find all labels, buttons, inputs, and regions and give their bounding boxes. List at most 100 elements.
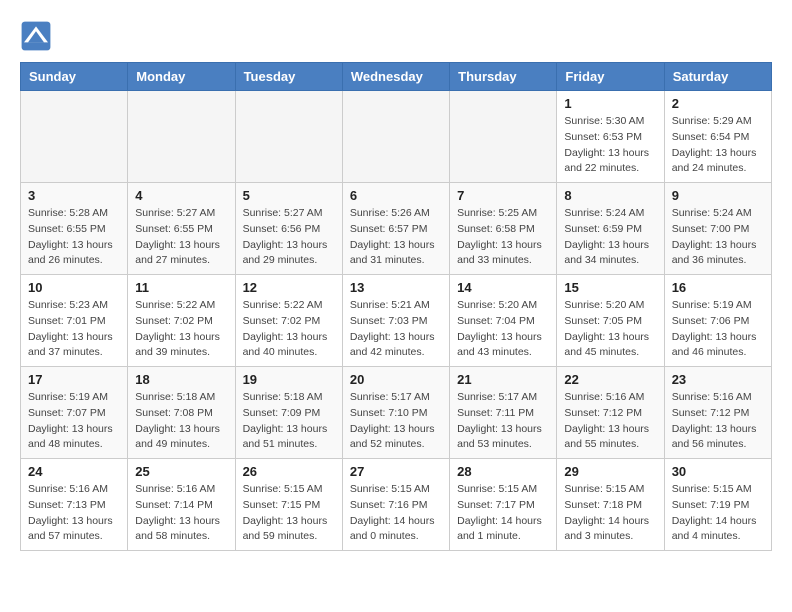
day-number: 26 [243,464,335,479]
day-number: 17 [28,372,120,387]
day-info: Sunrise: 5:29 AM Sunset: 6:54 PM Dayligh… [672,114,764,177]
day-number: 13 [350,280,442,295]
day-info: Sunrise: 5:17 AM Sunset: 7:10 PM Dayligh… [350,390,442,453]
day-number: 9 [672,188,764,203]
weekday-header-wednesday: Wednesday [342,63,449,91]
day-info: Sunrise: 5:30 AM Sunset: 6:53 PM Dayligh… [564,114,656,177]
day-info: Sunrise: 5:16 AM Sunset: 7:13 PM Dayligh… [28,482,120,545]
calendar-cell: 11 Sunrise: 5:22 AM Sunset: 7:02 PM Dayli… [128,275,235,367]
day-number: 6 [350,188,442,203]
calendar-week-1: 1 Sunrise: 5:30 AM Sunset: 6:53 PM Daylig… [21,91,772,183]
day-info: Sunrise: 5:27 AM Sunset: 6:56 PM Dayligh… [243,206,335,269]
calendar-cell [342,91,449,183]
day-number: 11 [135,280,227,295]
day-number: 12 [243,280,335,295]
day-number: 14 [457,280,549,295]
day-info: Sunrise: 5:15 AM Sunset: 7:19 PM Dayligh… [672,482,764,545]
calendar-cell: 12 Sunrise: 5:22 AM Sunset: 7:02 PM Dayli… [235,275,342,367]
day-number: 10 [28,280,120,295]
calendar-cell: 30 Sunrise: 5:15 AM Sunset: 7:19 PM Dayli… [664,459,771,551]
day-number: 25 [135,464,227,479]
day-number: 7 [457,188,549,203]
calendar-cell: 26 Sunrise: 5:15 AM Sunset: 7:15 PM Dayli… [235,459,342,551]
weekday-header-thursday: Thursday [450,63,557,91]
calendar-cell: 28 Sunrise: 5:15 AM Sunset: 7:17 PM Dayli… [450,459,557,551]
day-number: 22 [564,372,656,387]
calendar-week-5: 24Sunrise: 5:16 AM Sunset: 7:13 PM Dayli… [21,459,772,551]
calendar-week-3: 10 Sunrise: 5:23 AM Sunset: 7:01 PM Dayli… [21,275,772,367]
calendar-cell: 20 Sunrise: 5:17 AM Sunset: 7:10 PM Dayli… [342,367,449,459]
calendar-cell: 29 Sunrise: 5:15 AM Sunset: 7:18 PM Dayli… [557,459,664,551]
day-info: Sunrise: 5:26 AM Sunset: 6:57 PM Dayligh… [350,206,442,269]
calendar-cell [21,91,128,183]
day-number: 30 [672,464,764,479]
calendar-cell: 27 Sunrise: 5:15 AM Sunset: 7:16 PM Dayli… [342,459,449,551]
day-number: 2 [672,96,764,111]
calendar-cell: 16 Sunrise: 5:19 AM Sunset: 7:06 PM Dayli… [664,275,771,367]
day-info: Sunrise: 5:22 AM Sunset: 7:02 PM Dayligh… [243,298,335,361]
weekday-header-tuesday: Tuesday [235,63,342,91]
calendar-cell: 5 Sunrise: 5:27 AM Sunset: 6:56 PM Daylig… [235,183,342,275]
day-number: 4 [135,188,227,203]
day-info: Sunrise: 5:15 AM Sunset: 7:18 PM Dayligh… [564,482,656,545]
day-number: 23 [672,372,764,387]
day-info: Sunrise: 5:23 AM Sunset: 7:01 PM Dayligh… [28,298,120,361]
day-info: Sunrise: 5:16 AM Sunset: 7:12 PM Dayligh… [564,390,656,453]
calendar-cell: 17Sunrise: 5:19 AM Sunset: 7:07 PM Dayli… [21,367,128,459]
day-info: Sunrise: 5:15 AM Sunset: 7:16 PM Dayligh… [350,482,442,545]
day-info: Sunrise: 5:25 AM Sunset: 6:58 PM Dayligh… [457,206,549,269]
calendar-cell: 2 Sunrise: 5:29 AM Sunset: 6:54 PM Daylig… [664,91,771,183]
calendar-cell: 25 Sunrise: 5:16 AM Sunset: 7:14 PM Dayli… [128,459,235,551]
day-info: Sunrise: 5:15 AM Sunset: 7:15 PM Dayligh… [243,482,335,545]
logo-icon [20,20,52,52]
weekday-header-sunday: Sunday [21,63,128,91]
calendar-cell: 18Sunrise: 5:18 AM Sunset: 7:08 PM Dayli… [128,367,235,459]
day-info: Sunrise: 5:22 AM Sunset: 7:02 PM Dayligh… [135,298,227,361]
calendar-cell: 7 Sunrise: 5:25 AM Sunset: 6:58 PM Daylig… [450,183,557,275]
calendar-cell: 13 Sunrise: 5:21 AM Sunset: 7:03 PM Dayli… [342,275,449,367]
calendar-cell: 24Sunrise: 5:16 AM Sunset: 7:13 PM Dayli… [21,459,128,551]
day-info: Sunrise: 5:27 AM Sunset: 6:55 PM Dayligh… [135,206,227,269]
day-number: 16 [672,280,764,295]
day-info: Sunrise: 5:18 AM Sunset: 7:08 PM Dayligh… [135,390,227,453]
weekday-header-monday: Monday [128,63,235,91]
day-info: Sunrise: 5:17 AM Sunset: 7:11 PM Dayligh… [457,390,549,453]
calendar-cell [450,91,557,183]
calendar-cell: 14 Sunrise: 5:20 AM Sunset: 7:04 PM Dayli… [450,275,557,367]
day-info: Sunrise: 5:21 AM Sunset: 7:03 PM Dayligh… [350,298,442,361]
day-info: Sunrise: 5:24 AM Sunset: 6:59 PM Dayligh… [564,206,656,269]
day-number: 5 [243,188,335,203]
calendar-cell: 22 Sunrise: 5:16 AM Sunset: 7:12 PM Dayli… [557,367,664,459]
day-number: 19 [243,372,335,387]
calendar-cell: 3 Sunrise: 5:28 AM Sunset: 6:55 PM Daylig… [21,183,128,275]
calendar-cell: 15 Sunrise: 5:20 AM Sunset: 7:05 PM Dayli… [557,275,664,367]
calendar-cell: 21Sunrise: 5:17 AM Sunset: 7:11 PM Dayli… [450,367,557,459]
weekday-header-saturday: Saturday [664,63,771,91]
day-info: Sunrise: 5:16 AM Sunset: 7:14 PM Dayligh… [135,482,227,545]
day-number: 28 [457,464,549,479]
day-number: 3 [28,188,120,203]
day-info: Sunrise: 5:19 AM Sunset: 7:06 PM Dayligh… [672,298,764,361]
calendar-cell: 19 Sunrise: 5:18 AM Sunset: 7:09 PM Dayli… [235,367,342,459]
calendar-cell: 10 Sunrise: 5:23 AM Sunset: 7:01 PM Dayli… [21,275,128,367]
day-number: 1 [564,96,656,111]
day-number: 8 [564,188,656,203]
calendar-cell [235,91,342,183]
page-header [20,20,772,52]
calendar-table: SundayMondayTuesdayWednesdayThursdayFrid… [20,62,772,551]
logo [20,20,56,52]
day-info: Sunrise: 5:28 AM Sunset: 6:55 PM Dayligh… [28,206,120,269]
day-info: Sunrise: 5:15 AM Sunset: 7:17 PM Dayligh… [457,482,549,545]
day-number: 29 [564,464,656,479]
day-info: Sunrise: 5:24 AM Sunset: 7:00 PM Dayligh… [672,206,764,269]
day-info: Sunrise: 5:20 AM Sunset: 7:04 PM Dayligh… [457,298,549,361]
day-info: Sunrise: 5:18 AM Sunset: 7:09 PM Dayligh… [243,390,335,453]
day-number: 15 [564,280,656,295]
calendar-week-4: 17Sunrise: 5:19 AM Sunset: 7:07 PM Dayli… [21,367,772,459]
day-number: 27 [350,464,442,479]
day-info: Sunrise: 5:20 AM Sunset: 7:05 PM Dayligh… [564,298,656,361]
day-number: 20 [350,372,442,387]
calendar-cell: 23Sunrise: 5:16 AM Sunset: 7:12 PM Dayli… [664,367,771,459]
calendar-cell: 8 Sunrise: 5:24 AM Sunset: 6:59 PM Daylig… [557,183,664,275]
calendar-week-2: 3 Sunrise: 5:28 AM Sunset: 6:55 PM Daylig… [21,183,772,275]
